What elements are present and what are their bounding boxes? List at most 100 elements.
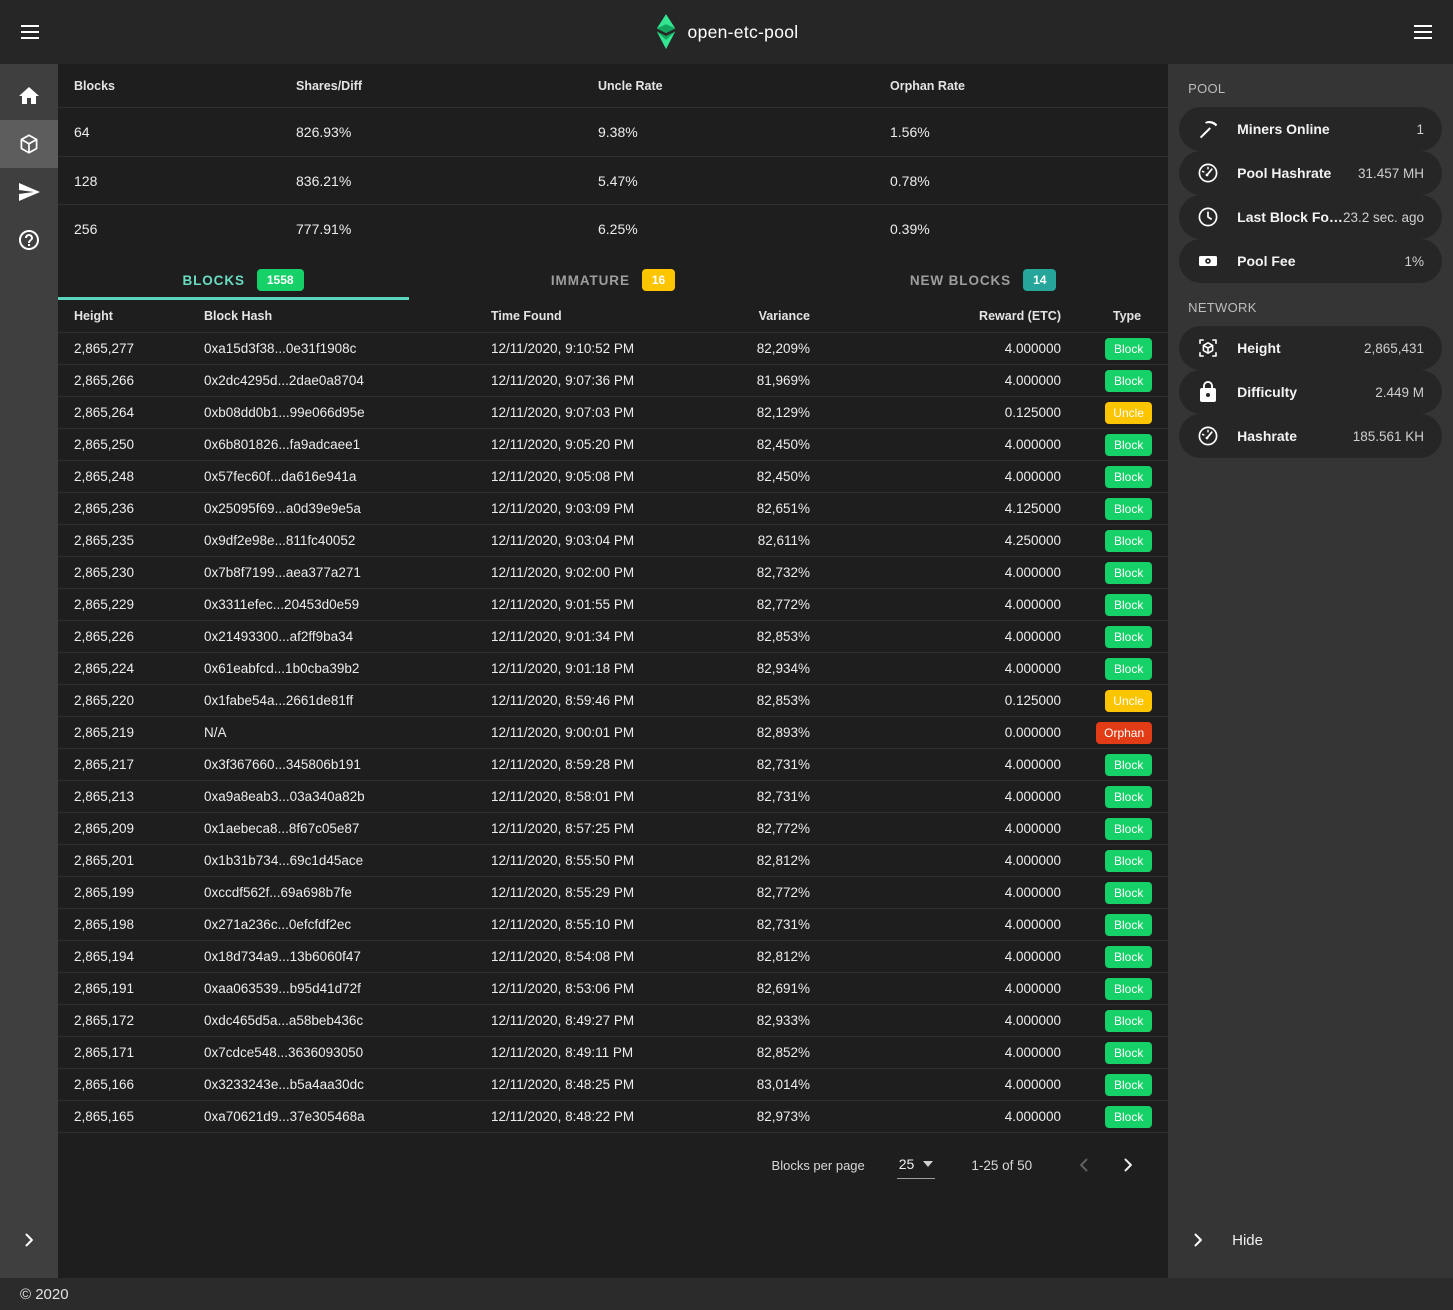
block-reward: 4.000000 (810, 1077, 1061, 1092)
block-height: 2,865,191 (74, 981, 204, 996)
block-variance: 82,691% (698, 981, 810, 996)
block-time-found: 12/11/2020, 9:01:34 PM (491, 629, 698, 644)
block-time-found: 12/11/2020, 8:53:06 PM (491, 981, 698, 996)
block-reward: 4.000000 (810, 789, 1061, 804)
stat-label: Pool Hashrate (1237, 165, 1331, 181)
list-item: Pool Fee 1% (1179, 239, 1442, 283)
block-hash: 0xa15d3f38...0e31f1908c (204, 341, 491, 356)
table-row: 2,865,172 0xdc465d5a...a58beb436c 12/11/… (58, 1004, 1168, 1036)
block-height: 2,865,235 (74, 533, 204, 548)
table-row: 2,865,236 0x25095f69...a0d39e9e5a 12/11/… (58, 492, 1168, 524)
stat-value: 1% (1404, 254, 1424, 269)
block-variance: 82,853% (698, 629, 810, 644)
tab-new-blocks[interactable]: NEW BLOCKS 14 (798, 260, 1168, 300)
top-app-bar: open-etc-pool (0, 0, 1453, 64)
stats-orphan-value: 0.78% (890, 173, 1152, 189)
previous-page-button[interactable] (1066, 1147, 1102, 1183)
block-variance: 82,209% (698, 341, 810, 356)
block-hash: 0x6b801826...fa9adcaee1 (204, 437, 491, 452)
tab-new-blocks-count-badge: 14 (1023, 269, 1056, 291)
stats-row: 256 777.91% 6.25% 0.39% (58, 204, 1168, 252)
stat-value: 1 (1416, 122, 1424, 137)
block-time-found: 12/11/2020, 8:59:28 PM (491, 757, 698, 772)
block-variance: 82,934% (698, 661, 810, 676)
hamburger-icon[interactable] (1405, 14, 1441, 50)
brand: open-etc-pool (655, 14, 799, 51)
nav-item-payments[interactable] (0, 168, 58, 216)
block-type-badge: Block (1105, 1106, 1152, 1128)
table-row: 2,865,171 0x7cdce548...3636093050 12/11/… (58, 1036, 1168, 1068)
blocks-table-header: Height Block Hash Time Found Variance Re… (58, 300, 1168, 332)
block-height: 2,865,224 (74, 661, 204, 676)
tab-immature[interactable]: IMMATURE 16 (428, 260, 798, 300)
block-reward: 0.125000 (810, 693, 1061, 708)
nav-expand-button[interactable] (0, 1216, 58, 1264)
block-reward: 4.000000 (810, 949, 1061, 964)
hamburger-icon[interactable] (12, 14, 48, 50)
tab-immature-label: IMMATURE (551, 273, 630, 288)
banknote-icon (1196, 249, 1220, 273)
block-time-found: 12/11/2020, 9:02:00 PM (491, 565, 698, 580)
block-variance: 82,812% (698, 853, 810, 868)
network-section-title: NETWORK (1168, 283, 1453, 326)
block-height: 2,865,166 (74, 1077, 204, 1092)
block-variance: 82,853% (698, 693, 810, 708)
block-reward: 4.000000 (810, 1045, 1061, 1060)
cube-icon (17, 132, 41, 156)
block-type-badge: Block (1105, 786, 1152, 808)
table-row: 2,865,217 0x3f367660...345806b191 12/11/… (58, 748, 1168, 780)
next-page-button[interactable] (1110, 1147, 1146, 1183)
block-reward: 0.125000 (810, 405, 1061, 420)
table-row: 2,865,220 0x1fabe54a...2661de81ff 12/11/… (58, 684, 1168, 716)
table-row: 2,865,248 0x57fec60f...da616e941a 12/11/… (58, 460, 1168, 492)
block-hash: 0x1b31b734...69c1d45ace (204, 853, 491, 868)
block-time-found: 12/11/2020, 8:59:46 PM (491, 693, 698, 708)
block-time-found: 12/11/2020, 9:05:08 PM (491, 469, 698, 484)
left-nav-rail (0, 64, 58, 1278)
block-variance: 82,651% (698, 501, 810, 516)
block-time-found: 12/11/2020, 8:58:01 PM (491, 789, 698, 804)
tab-blocks[interactable]: BLOCKS 1558 (58, 260, 428, 300)
stats-shares-value: 826.93% (296, 124, 598, 140)
table-row: 2,865,219 N/A 12/11/2020, 9:00:01 PM 82,… (58, 716, 1168, 748)
pickaxe-icon (1196, 117, 1220, 141)
block-variance: 82,450% (698, 469, 810, 484)
nav-item-blocks[interactable] (0, 120, 58, 168)
nav-item-home[interactable] (0, 72, 58, 120)
clock-icon (1196, 205, 1220, 229)
page-size-select[interactable]: 25 (897, 1152, 936, 1179)
block-type-badge: Block (1105, 370, 1152, 392)
stats-header-row: Blocks Shares/Diff Uncle Rate Orphan Rat… (58, 64, 1168, 108)
stats-uncle-value: 5.47% (598, 173, 890, 189)
block-variance: 82,731% (698, 789, 810, 804)
stat-label: Pool Fee (1237, 253, 1295, 269)
block-hash: N/A (204, 725, 491, 740)
list-item: Difficulty 2.449 M (1179, 370, 1442, 414)
nav-item-help[interactable] (0, 216, 58, 264)
hide-sidebar-button[interactable]: Hide (1168, 1218, 1453, 1262)
block-hash: 0x3233243e...b5a4aa30dc (204, 1077, 491, 1092)
block-hash: 0xa70621d9...37e305468a (204, 1109, 491, 1124)
block-variance: 82,129% (698, 405, 810, 420)
block-time-found: 12/11/2020, 9:03:09 PM (491, 501, 698, 516)
block-time-found: 12/11/2020, 8:48:22 PM (491, 1109, 698, 1124)
block-reward: 4.000000 (810, 469, 1061, 484)
block-type-badge: Block (1105, 850, 1152, 872)
block-time-found: 12/11/2020, 9:07:36 PM (491, 373, 698, 388)
chevron-down-icon (923, 1161, 933, 1167)
block-reward: 0.000000 (810, 725, 1061, 740)
block-height: 2,865,198 (74, 917, 204, 932)
table-row: 2,865,264 0xb08dd0b1...99e066d95e 12/11/… (58, 396, 1168, 428)
table-row: 2,865,166 0x3233243e...b5a4aa30dc 12/11/… (58, 1068, 1168, 1100)
block-type-badge: Block (1105, 882, 1152, 904)
stat-label: Height (1237, 340, 1281, 356)
block-variance: 82,731% (698, 917, 810, 932)
block-variance: 82,973% (698, 1109, 810, 1124)
stats-row: 128 836.21% 5.47% 0.78% (58, 156, 1168, 204)
block-type-badge: Uncle (1105, 402, 1152, 424)
block-reward: 4.000000 (810, 757, 1061, 772)
block-hash: 0x57fec60f...da616e941a (204, 469, 491, 484)
block-variance: 82,852% (698, 1045, 810, 1060)
block-type-badge: Block (1105, 562, 1152, 584)
block-variance: 82,731% (698, 757, 810, 772)
